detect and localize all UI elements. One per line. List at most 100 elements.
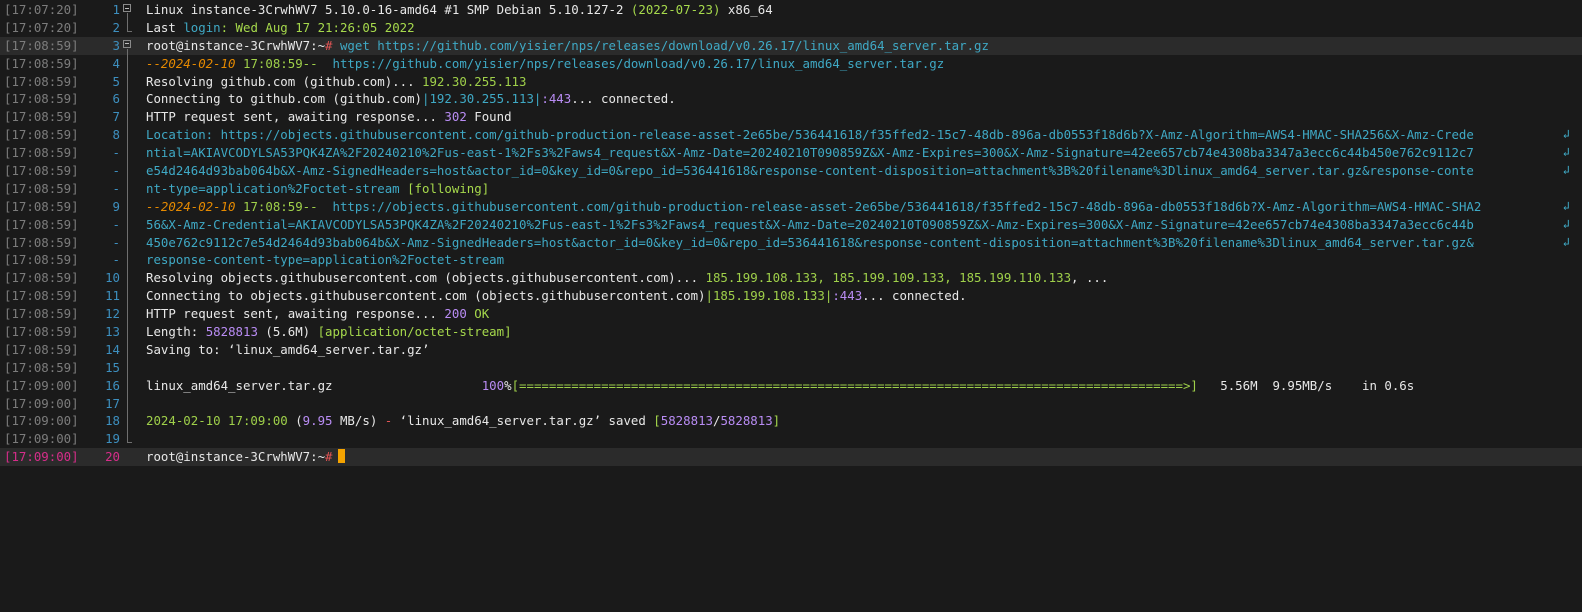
text-segment: [following] — [399, 180, 490, 196]
terminal-line: [17:08:59] - e54d2464d93bab064b&X-Amz-Sign… — [0, 162, 1582, 180]
line-text: linux_amd64_server.tar.gz 100%[=========… — [146, 377, 1414, 395]
fold-guide-icon — [122, 162, 134, 180]
fold-guide-icon — [122, 376, 134, 395]
fold-guide-icon — [122, 144, 134, 163]
fold-guide-icon — [122, 358, 134, 377]
fold-guide-icon — [122, 269, 134, 288]
line-text: e54d2464d93bab064b&X-Amz-SignedHeaders=h… — [146, 162, 1474, 180]
terminal-line: [17:08:59] 15 — [0, 358, 1582, 377]
line-number: - — [112, 145, 120, 161]
text-segment: login — [183, 19, 221, 35]
timestamp: [17:08:59] — [4, 234, 79, 250]
text-segment: Found — [466, 109, 512, 125]
text-segment: HTTP request sent, awaiting response... — [146, 306, 445, 322]
text-segment: --2024-02-10 — [146, 198, 236, 214]
line-text: Resolving github.com (github.com)... 192… — [146, 73, 526, 91]
fold-guide-icon — [122, 251, 134, 270]
text-segment: 9.95 — [302, 413, 333, 429]
terminal-line: [17:08:59] 9 --2024-02-10 17:08:59-- https… — [0, 197, 1582, 216]
timestamp: [17:09:00] — [4, 449, 79, 465]
timestamp: [17:09:00] — [4, 413, 79, 429]
line-text: nt-type=application%2Foctet-stream [foll… — [146, 180, 489, 198]
line-number: - — [112, 216, 120, 232]
timestamp: [17:08:59] — [4, 252, 79, 268]
line-number: 1 — [112, 2, 120, 17]
text-segment: root@instance-3CrwhWV7:~ — [146, 449, 326, 465]
text-segment: x86_64 — [720, 2, 773, 17]
text-segment: Connecting to objects.githubusercontent.… — [146, 288, 706, 304]
fold-guide-icon — [122, 394, 134, 413]
line-number: 18 — [105, 413, 120, 429]
text-segment: https://github.com/yisier/nps/releases/d… — [332, 55, 945, 71]
line-number: 2 — [112, 19, 120, 35]
text-segment: # — [325, 449, 333, 465]
text-segment: wget https://github.com/yisier/nps/relea… — [332, 37, 989, 53]
line-number: 15 — [105, 359, 120, 375]
timestamp: [17:08:59] — [4, 341, 79, 357]
timestamp: [17:08:59] — [4, 73, 79, 89]
timestamp: [17:09:00] — [4, 395, 79, 411]
fold-guide-icon — [122, 179, 134, 198]
text-segment: 5.56M 9.95MB/s in 0.6s — [1197, 377, 1415, 393]
fold-toggle-icon[interactable] — [122, 37, 134, 55]
terminal-line: [17:08:59] 7 HTTP request sent, awaiting r… — [0, 108, 1582, 127]
text-segment: : Wed Aug 17 21:26:05 2022 — [220, 19, 415, 35]
text-segment: 56&X-Amz-Credential=AKIAVCODYLSA53PQK4ZA… — [146, 216, 1474, 232]
text-segment: SMP Debian 5.10.127-2 — [459, 2, 631, 17]
text-segment: 17:08:59-- — [235, 198, 333, 214]
line-text: Location: https://objects.githubusercont… — [146, 126, 1474, 144]
terminal-line: [17:09:00] 19 — [0, 430, 1582, 448]
text-segment: # — [325, 37, 333, 53]
timestamp: [17:08:59] — [4, 306, 79, 322]
line-number: 19 — [105, 431, 120, 447]
text-segment: |192.30.255.113| — [422, 91, 542, 107]
line-number: 3 — [112, 37, 120, 53]
timestamp: [17:08:59] — [4, 324, 79, 340]
timestamp: [17:08:59] — [4, 91, 79, 107]
line-text: Last login: Wed Aug 17 21:26:05 2022 — [146, 19, 415, 37]
terminal-line: [17:08:59] - nt-type=application%2Foctet-s… — [0, 179, 1582, 198]
terminal-line: [17:08:59] 13 Length: 5828813 (5.6M) [appl… — [0, 323, 1582, 341]
timestamp: [17:08:59] — [4, 288, 79, 304]
text-segment: (5.6M) — [257, 324, 318, 340]
terminal-line: [17:09:00] 20 root@instance-3CrwhWV7:~# — [0, 448, 1582, 467]
text-segment: 200 — [444, 306, 467, 322]
text-segment: Connecting to github.com (github.com) — [146, 91, 423, 107]
text-segment: Resolving objects.githubusercontent.com … — [146, 270, 706, 286]
line-number: - — [112, 234, 120, 250]
timestamp: [17:08:59] — [4, 163, 79, 179]
line-number: 14 — [105, 341, 120, 357]
text-segment: 5828813 — [720, 413, 773, 429]
text-segment: (2022-07-23) — [630, 2, 721, 17]
terminal-line: [17:09:00] 17 — [0, 394, 1582, 413]
text-segment: ] — [772, 413, 781, 429]
line-number: 16 — [105, 377, 120, 393]
text-segment: [ — [653, 413, 661, 429]
text-segment: [application/octet-stream] — [317, 324, 512, 340]
terminal-line: [17:08:59] 3 root@instance-3CrwhWV7:~# wge… — [0, 36, 1582, 55]
fold-guide-icon — [122, 412, 134, 431]
fold-guide-icon — [122, 305, 134, 324]
timestamp: [17:08:59] — [4, 127, 79, 143]
terminal-window[interactable]: [17:07:20] 1 Linux instance-3CrwhWV7 5.10.… — [0, 0, 1582, 612]
fold-guide-icon — [122, 54, 134, 73]
terminal-line: [17:08:59] 12 HTTP request sent, awaiting … — [0, 305, 1582, 324]
line-text: Linux instance-3CrwhWV7 5.10.0-16-amd64 … — [146, 1, 773, 19]
line-number: 13 — [105, 324, 120, 340]
line-wrap-icon: ↲ — [1562, 145, 1570, 160]
fold-guide-icon — [122, 72, 134, 91]
timestamp: [17:08:59] — [4, 198, 79, 214]
text-segment: 5828813 — [205, 324, 258, 340]
terminal-line: [17:08:59] 5 Resolving github.com (github.… — [0, 72, 1582, 91]
line-text: HTTP request sent, awaiting response... … — [146, 108, 512, 126]
text-segment: Location: — [146, 127, 221, 143]
line-number: 5 — [112, 73, 120, 89]
line-number: 10 — [105, 270, 120, 286]
fold-guide-icon — [122, 215, 134, 234]
text-segment: :443 — [832, 288, 863, 304]
line-number: - — [112, 252, 120, 268]
fold-end-icon — [122, 18, 134, 37]
fold-end-icon — [122, 430, 134, 448]
fold-toggle-icon[interactable] — [122, 1, 134, 19]
text-segment: 185.199.108.133, 185.199.109.133, 185.19… — [705, 270, 1072, 286]
